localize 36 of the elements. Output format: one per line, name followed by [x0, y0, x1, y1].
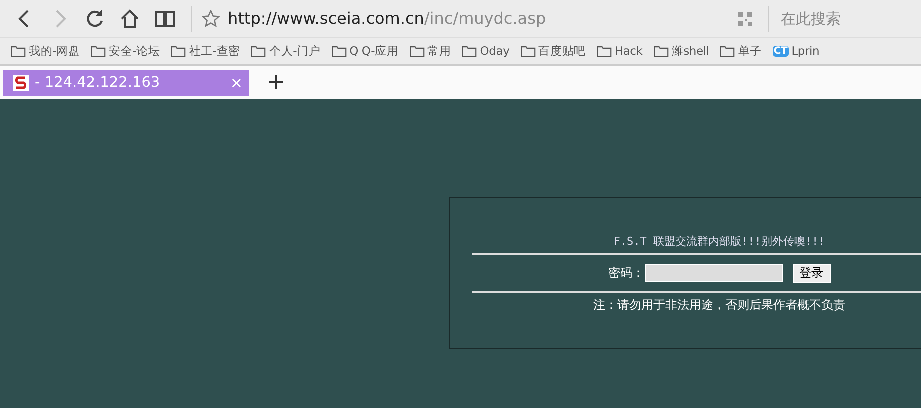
password-field[interactable]	[644, 264, 782, 282]
login-button[interactable]: 登录	[792, 264, 830, 282]
folder-icon	[654, 44, 669, 58]
star-icon[interactable]	[202, 10, 220, 28]
bookmark-link[interactable]: Hack	[614, 44, 643, 58]
bookmark-link[interactable]: 安全-论坛	[109, 44, 160, 58]
bookmark-link[interactable]: Lprin	[792, 44, 820, 58]
new-tab-button[interactable]: +	[267, 70, 286, 95]
site-favicon-icon	[13, 74, 29, 90]
bookmark-link[interactable]: 单子	[738, 44, 762, 58]
folder-icon	[520, 44, 536, 58]
bookmark-link[interactable]: 潍shell	[672, 44, 710, 58]
folder-icon	[720, 44, 736, 58]
bookmark-link[interactable]: Q Q-应用	[350, 44, 399, 58]
folder-icon	[596, 44, 612, 58]
bookmark-link[interactable]: 常用	[428, 44, 452, 58]
folder-icon	[11, 44, 26, 58]
tab-title: - 124.42.122.163	[35, 74, 162, 90]
reload-icon[interactable]	[84, 8, 106, 30]
bookmark-link[interactable]: 我的-网盘	[29, 44, 80, 58]
heading-text: F.S.T 联盟交流群内部版!!!别外传噢!!!	[612, 234, 826, 249]
folder-icon	[410, 44, 425, 58]
bookmark-link[interactable]: Oday	[480, 44, 510, 58]
folder-icon	[91, 44, 106, 58]
bookmark-link[interactable]: 百度贴吧	[538, 44, 586, 58]
app-badge: CT	[772, 46, 789, 56]
folder-icon	[171, 44, 186, 58]
bookmark-link[interactable]: 社工-查密	[189, 44, 240, 58]
folder-icon	[332, 44, 347, 58]
url-field[interactable]: http://www.sceia.com.cn/inc/muydc.asp	[228, 9, 546, 28]
password-label: 密码：	[608, 264, 644, 282]
home-icon[interactable]	[119, 8, 141, 30]
disclaimer-text: 注：请勿用于非法用途，否则后果作者概不负责	[592, 297, 846, 314]
folder-icon	[462, 44, 478, 58]
bookmark-link[interactable]: 个人-门户	[269, 44, 321, 58]
folder-icon	[251, 44, 266, 58]
